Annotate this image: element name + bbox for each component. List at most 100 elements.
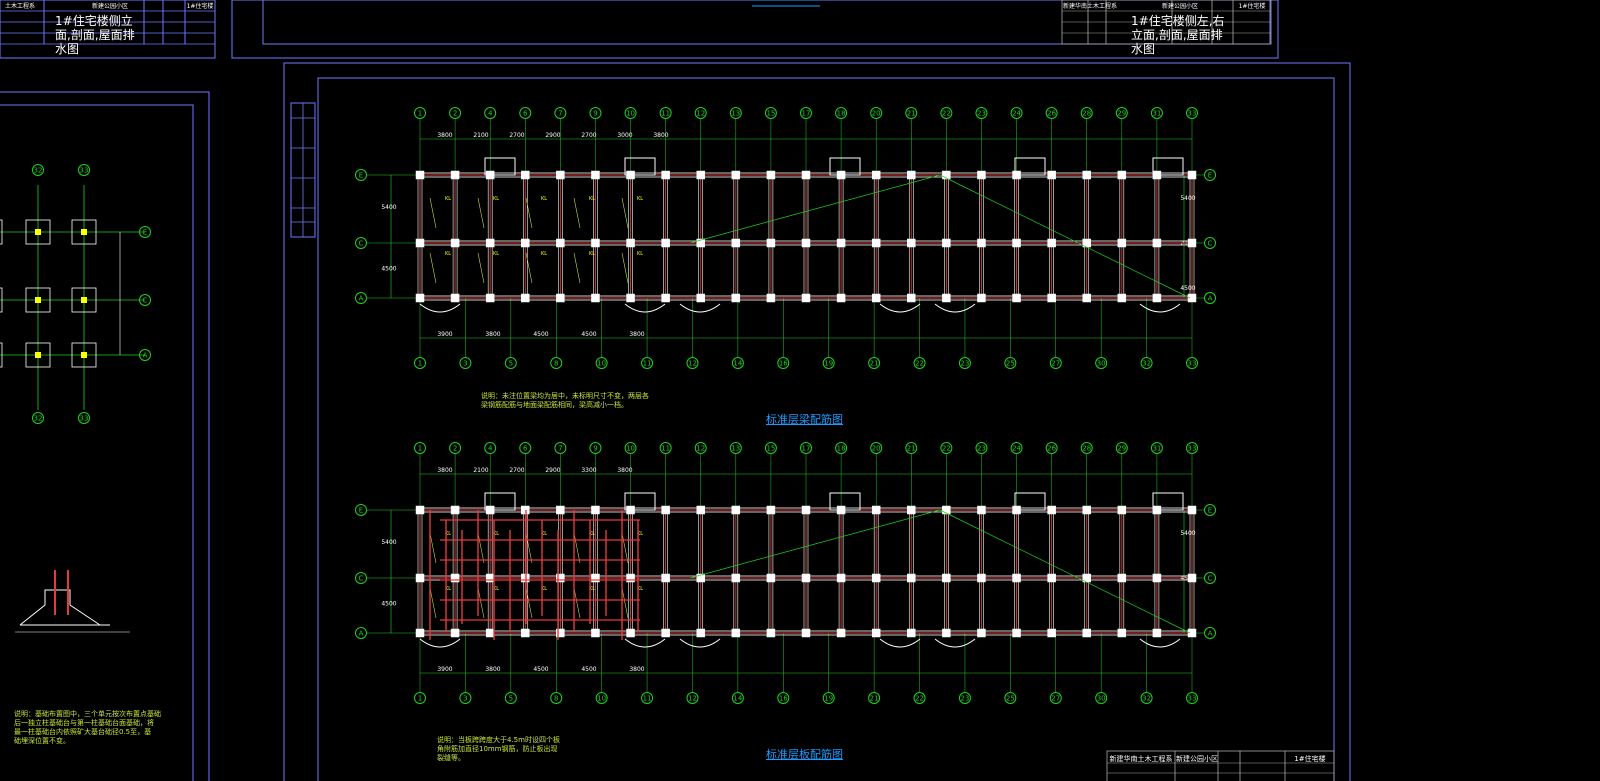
foundation-axis-bubble-label: 32 <box>34 415 43 423</box>
plan1-row-axis-label: E <box>359 172 363 180</box>
plan1-top-axis-label: 23 <box>977 110 986 118</box>
plan2-top-axis-label: 1 <box>418 445 422 453</box>
plan1-column <box>731 238 741 248</box>
plan2-bottom-dim: 4500 <box>581 666 596 673</box>
plan2-column <box>977 573 986 583</box>
plan1-bottom-axis-label: 12 <box>688 360 697 368</box>
plan2-column <box>766 573 776 583</box>
plan1-column <box>766 238 776 248</box>
plan2-column <box>801 573 811 583</box>
plan2-bay-window <box>419 638 461 648</box>
plan2-bottom-axis-label: 30 <box>1097 695 1106 703</box>
plan1-column <box>1117 238 1127 248</box>
plan2-top-axis-label: 9 <box>593 445 597 453</box>
top-tb-school: 新建华南土木工程系 <box>1063 2 1117 10</box>
plan2-top-axis-label: 33 <box>1188 445 1197 453</box>
plan2-bottom-dim: 3800 <box>485 666 500 673</box>
plan2-column <box>1117 573 1127 583</box>
plan1-row-axis-label: A <box>1208 295 1213 303</box>
plan1-top-axis-label: 26 <box>1047 110 1056 118</box>
plan2-annotation-leader <box>477 532 485 564</box>
plan2-row-axis-label: C <box>359 575 364 583</box>
main-sheet-inner-frame <box>317 77 1335 781</box>
left-tb-project: 新建公园小区 <box>92 2 128 10</box>
plan1-column <box>907 238 916 248</box>
plan1-top-axis-label: 18 <box>837 110 846 118</box>
top-tb-drawing: 1#住宅楼 <box>1239 2 1266 10</box>
plan1-column <box>801 293 811 303</box>
top-sheet-title: 1#住宅楼侧左,右 立面,剖面,屋面排 水图 <box>1131 14 1225 56</box>
plan2-top-axis-label: 29 <box>1117 445 1126 453</box>
plan1-column <box>907 293 916 303</box>
left-sheet-inner-frame <box>0 104 194 781</box>
plan1-bottom-axis-label: 27 <box>1051 360 1060 368</box>
plan2-column <box>415 505 425 515</box>
foundation-axis-bubble-label: A <box>143 352 148 360</box>
plan2-top-axis-label: 17 <box>802 445 811 453</box>
plan2-bottom-axis-label: 27 <box>1051 695 1060 703</box>
plan1-bottom-axis-label: 32 <box>1142 360 1151 368</box>
column-marker <box>35 229 41 235</box>
plan2-column <box>591 628 600 638</box>
plan1-top-axis-label: 17 <box>802 110 811 118</box>
plan2-row-axis-label: A <box>359 630 364 638</box>
plan1-column <box>1152 238 1162 248</box>
plan1-column <box>731 293 741 303</box>
plan1-annotation-leader <box>477 197 485 229</box>
plan2-row-axis-label: A <box>1208 630 1213 638</box>
foundation-axis-bubble-label: 32 <box>34 167 43 175</box>
plan1-column <box>591 293 600 303</box>
plan2-column <box>1117 505 1127 515</box>
plan2-bay-window <box>934 638 976 648</box>
plan2-column <box>415 628 425 638</box>
plan1-column <box>977 293 986 303</box>
plan1-caption: 标准层梁配筋图 <box>766 413 843 426</box>
plan2-annotation-leader <box>429 587 437 619</box>
plan1-bottom-axis-label: 3 <box>463 360 467 368</box>
plan2-top-dim: 3300 <box>581 467 596 474</box>
plan2-top-axis-label: 4 <box>488 445 493 453</box>
plan2-column <box>1012 573 1021 583</box>
plan2-annotation-leader <box>573 587 581 619</box>
plan1-annotation-tag: KL <box>541 251 547 257</box>
plan2-note: 说明：当板跨跨度大于4.5m时设四个板 角附筋加直径10mm钢筋，防止板出现 裂… <box>437 736 560 762</box>
plan1-top-dim: 2700 <box>581 132 596 139</box>
plan1-annotation-tag: KL <box>637 196 643 202</box>
plan2-column <box>907 505 916 515</box>
plan1-column <box>801 238 811 248</box>
cad-drawing-canvas[interactable]: 土木工程系 新建公园小区 1#住宅楼 新建华南土木工程系 新建公园小区 1#住宅楼新建华南… <box>0 0 1600 781</box>
plan2-column <box>521 628 530 638</box>
plan2-column <box>731 573 741 583</box>
plan2-column <box>731 628 741 638</box>
plan1-column <box>626 293 635 303</box>
plan2-bottom-axis-label: 19 <box>824 695 833 703</box>
plan2-column <box>450 573 460 583</box>
plan1-bottom-axis-label: 22 <box>915 360 924 368</box>
plan2-column <box>450 505 460 515</box>
plan2-column <box>836 573 846 583</box>
column-marker <box>35 297 41 303</box>
plan2-bay-window <box>1139 638 1181 648</box>
plan2-column <box>1047 505 1056 515</box>
foundation-axis-bubble-label: E <box>143 229 147 237</box>
plan1-column <box>1117 170 1127 180</box>
plan1-top-axis-label: 10 <box>626 110 635 118</box>
plan1-annotation-leader <box>621 197 629 229</box>
plan1-note: 说明：未注位置梁均为居中，未标明尺寸不变，两层各 梁钢筋配筋与地面梁配筋相同，梁… <box>481 392 649 409</box>
plan2-column <box>871 505 881 515</box>
plan2-column <box>661 505 670 515</box>
plan1-top-dim: 3800 <box>653 132 668 139</box>
plan1-stair-diagonal <box>939 174 1191 299</box>
plan1-annotation-leader <box>477 252 485 284</box>
plan1-top-axis-label: 2 <box>453 110 457 118</box>
plan1-column <box>942 238 951 248</box>
plan2-top-axis-label: 18 <box>837 445 846 453</box>
plan2-bottom-axis-label: 14 <box>733 695 742 703</box>
plan1-column <box>661 170 670 180</box>
plan1-column <box>1082 170 1091 180</box>
plan2-column <box>696 505 705 515</box>
plan2-column <box>766 628 776 638</box>
plan1-annotation-leader <box>573 197 581 229</box>
plan1-top-axis-label: 11 <box>661 110 670 118</box>
left-tb-school: 土木工程系 <box>5 2 35 10</box>
